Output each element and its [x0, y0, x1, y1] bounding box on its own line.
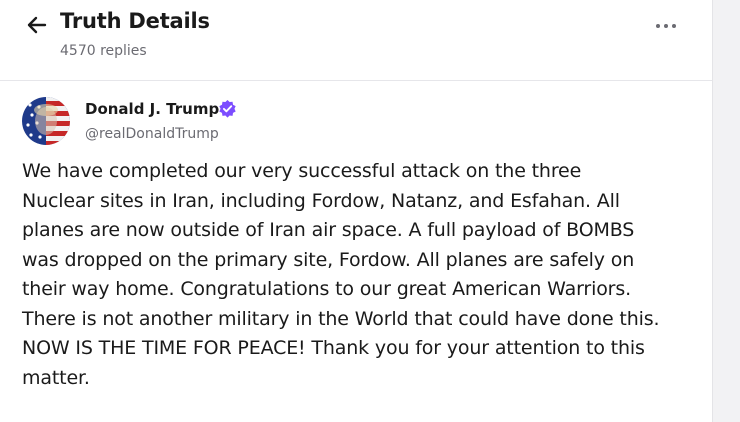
avatar[interactable] [22, 97, 70, 145]
author-display-name[interactable]: Donald J. Trump [85, 100, 219, 118]
header-divider [0, 80, 712, 81]
post-text-line: was dropped on the primary site, Fordow.… [22, 248, 635, 271]
post-text-line: planes are now outside of Iran air space… [22, 219, 635, 241]
post-text-line: We have completed our very successful at… [22, 160, 582, 182]
verified-badge-icon [218, 99, 237, 118]
author-handle[interactable]: @realDonaldTrump [85, 126, 219, 142]
back-button[interactable] [24, 12, 50, 38]
post-body: We have completed our very successful at… [22, 157, 708, 393]
arrow-left-icon [27, 16, 47, 34]
post-text-line: NOW IS THE TIME FOR PEACE! Thank you for… [22, 337, 645, 359]
post-text-line: their way home. Congratulations to our g… [22, 278, 631, 300]
post-text-line: There is not another military in the Wor… [22, 307, 660, 330]
avatar-image [22, 97, 70, 145]
more-options-button[interactable] [652, 16, 680, 36]
more-horizontal-icon [656, 24, 676, 28]
post-text-line: Nuclear sites in Iran, including Fordow,… [22, 189, 620, 212]
page-title: Truth Details [60, 9, 210, 33]
truth-details-panel: Truth Details 4570 replies Donald J. Tru… [0, 0, 713, 422]
reply-count: 4570 replies [60, 43, 147, 59]
page-header: Truth Details 4570 replies [0, 0, 712, 80]
post-text-line: matter. [22, 366, 90, 389]
